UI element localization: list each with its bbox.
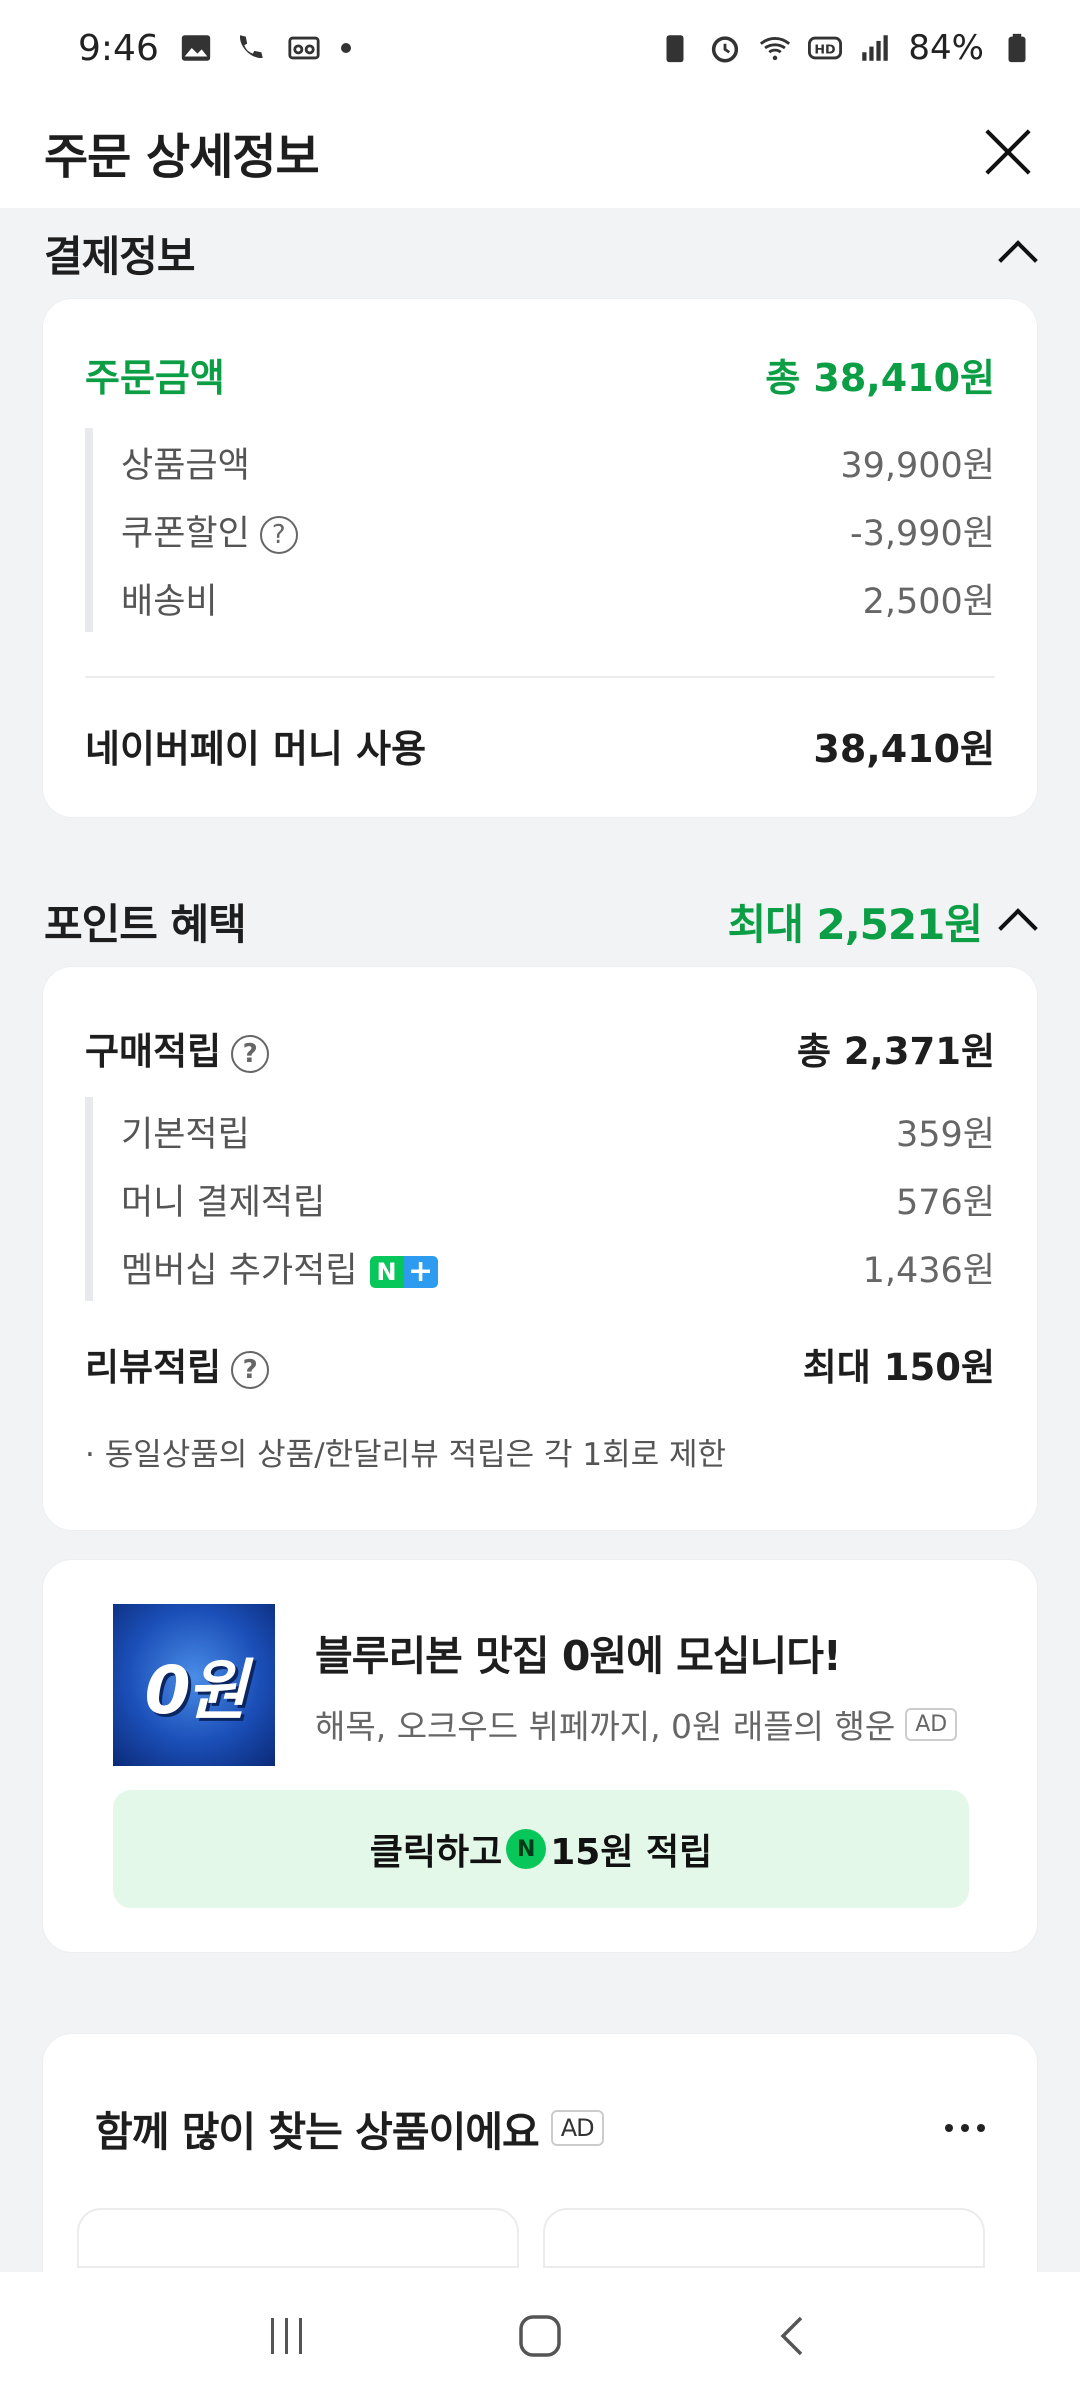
points-row-basic: 기본적립 359원 (121, 1097, 995, 1165)
naver-pay-point-icon (506, 1829, 547, 1869)
help-icon[interactable]: ? (231, 1350, 270, 1389)
payment-card: 주문금액 총 38,410원 상품금액 39,900원 쿠폰할인? -3,990… (42, 298, 1038, 818)
ad-thumbnail[interactable]: 0원 (113, 1604, 275, 1766)
home-button[interactable] (510, 2306, 570, 2366)
review-points-label-wrap: 리뷰적립? (85, 1337, 270, 1391)
points-value: 1,436원 (862, 1250, 995, 1291)
points-max-value: 최대 2,521원 (727, 899, 983, 949)
page-title: 주문 상세정보 (44, 129, 320, 185)
ad-subtitle-row: 해목, 오크우드 뷔페까지, 0원 래플의 행운 AD (315, 1700, 958, 1748)
help-icon[interactable]: ? (259, 515, 298, 554)
ad-cta-suffix: 15원 적립 (550, 1832, 713, 1873)
alarm-icon (712, 36, 739, 63)
points-section-title: 포인트 혜택 (44, 899, 247, 949)
notification-dot-icon (340, 43, 351, 53)
wifi-icon (760, 37, 791, 61)
svg-text:HD: HD (815, 43, 836, 58)
ad-reward-button[interactable]: 클릭하고 15원 적립 (113, 1790, 969, 1908)
product-card[interactable] (77, 2208, 519, 2268)
payment-section-title: 결제정보 (44, 231, 196, 281)
payment-method-label: 네이버페이 머니 사용 (85, 727, 427, 771)
recommend-title-wrap: 함께 많이 찾는 상품이에요 AD (95, 2098, 604, 2158)
back-button[interactable] (763, 2306, 823, 2366)
system-nav-bar (0, 2272, 1080, 2400)
help-icon[interactable]: ? (231, 1034, 270, 1073)
status-bar: 9:46 HD 84% (0, 0, 1080, 96)
ad-cta-prefix: 클릭하고 (369, 1832, 503, 1873)
ad-card[interactable]: 0원 블루리본 맛집 0원에 모십니다! 해목, 오크우드 뷔페까지, 0원 래… (42, 1559, 1038, 1953)
breakdown-label: 상품금액 (121, 445, 250, 486)
divider (85, 676, 995, 678)
signal-icon (862, 35, 889, 61)
home-icon (519, 2315, 561, 2357)
review-points-label: 리뷰적립 (85, 1346, 222, 1389)
ad-content[interactable]: 0원 블루리본 맛집 0원에 모십니다! 해목, 오크우드 뷔페까지, 0원 래… (113, 1604, 969, 1766)
points-row-money: 머니 결제적립 576원 (121, 1165, 995, 1233)
gallery-icon (181, 35, 211, 61)
ad-text: 블루리본 맛집 0원에 모십니다! 해목, 오크우드 뷔페까지, 0원 래플의 … (315, 1622, 958, 1748)
close-button[interactable] (980, 124, 1036, 180)
points-value: 576원 (895, 1182, 995, 1223)
ad-title: 블루리본 맛집 0원에 모십니다! (315, 1632, 842, 1680)
purchase-points-label: 구매적립 (85, 1030, 222, 1073)
ad-badge: AD (550, 2110, 604, 2146)
breakdown-label: 배송비 (121, 581, 218, 622)
breakdown-value: 39,900원 (840, 445, 995, 486)
call-icon (239, 35, 263, 59)
points-value: 359원 (895, 1114, 995, 1155)
hd-voice-icon: HD (808, 36, 843, 60)
review-points-value: 최대 150원 (802, 1346, 995, 1389)
points-label: 머니 결제적립 (121, 1182, 326, 1223)
recommend-header: 함께 많이 찾는 상품이에요 AD (95, 2098, 985, 2158)
battery-percent: 84% (908, 28, 984, 68)
recent-apps-button[interactable] (257, 2306, 317, 2366)
battery-icon (1008, 33, 1026, 63)
breakdown-label-wrap: 쿠폰할인? (121, 505, 298, 556)
back-icon (780, 2316, 803, 2356)
points-row-membership: 멤버십 추가적립 N + 1,436원 (121, 1233, 995, 1301)
more-options-icon[interactable] (945, 2124, 985, 2132)
payment-section-header[interactable]: 결제정보 (0, 208, 1080, 298)
points-section-header[interactable]: 포인트 혜택 최대 2,521원 (0, 876, 1080, 966)
scroll-content[interactable]: 결제정보 주문금액 총 38,410원 상품금액 39,900원 쿠폰할인? -… (0, 208, 1080, 2272)
chevron-up-icon[interactable] (998, 240, 1038, 280)
payment-method-row: 네이버페이 머니 사용 38,410원 (85, 718, 995, 773)
ad-subtitle: 해목, 오크우드 뷔페까지, 0원 래플의 행운 (315, 1707, 896, 1746)
points-card: 구매적립? 총 2,371원 기본적립 359원 머니 결제적립 576원 멤버… (42, 966, 1038, 1531)
product-card[interactable] (543, 2208, 985, 2268)
purchase-points-row: 구매적립? 총 2,371원 (85, 1021, 995, 1075)
order-amount-label: 주문금액 (85, 356, 225, 400)
breakdown-value: 2,500원 (862, 581, 995, 622)
ad-badge: AD (905, 1707, 958, 1741)
chevron-up-icon[interactable] (998, 908, 1038, 948)
naver-plus-membership-icon: N + (369, 1254, 438, 1289)
breakdown-value: -3,990원 (849, 513, 995, 554)
recommend-title: 함께 많이 찾는 상품이에요 (95, 2108, 540, 2156)
payment-breakdown: 상품금액 39,900원 쿠폰할인? -3,990원 배송비 2,500원 (85, 428, 995, 632)
points-label-wrap: 멤버십 추가적립 N + (121, 1242, 438, 1293)
breakdown-label: 쿠폰할인 (121, 513, 250, 554)
review-points-row: 리뷰적립? 최대 150원 (85, 1337, 995, 1391)
order-amount-value: 총 38,410원 (765, 356, 995, 400)
review-points-note: · 동일상품의 상품/한달리뷰 적립은 각 1회로 제한 (85, 1437, 727, 1473)
recommend-list (77, 2208, 985, 2268)
points-breakdown: 기본적립 359원 머니 결제적립 576원 멤버십 추가적립 N + 1,436원 (85, 1097, 995, 1301)
voicemail-icon (288, 36, 320, 60)
breakdown-row-product: 상품금액 39,900원 (121, 428, 995, 496)
purchase-points-label-wrap: 구매적립? (85, 1021, 270, 1075)
payment-method-value: 38,410원 (813, 727, 995, 771)
order-amount-row: 주문금액 총 38,410원 (85, 347, 995, 402)
battery-saver-icon (666, 35, 684, 63)
breakdown-row-shipping: 배송비 2,500원 (121, 564, 995, 632)
app-header: 주문 상세정보 (0, 96, 1080, 208)
purchase-points-total: 총 2,371원 (797, 1030, 995, 1073)
points-label: 기본적립 (121, 1114, 250, 1155)
breakdown-row-coupon: 쿠폰할인? -3,990원 (121, 496, 995, 564)
status-time: 9:46 (78, 27, 159, 69)
points-label: 멤버십 추가적립 (121, 1250, 358, 1291)
recent-apps-icon (270, 2318, 302, 2354)
recommend-card: 함께 많이 찾는 상품이에요 AD (42, 2033, 1038, 2272)
